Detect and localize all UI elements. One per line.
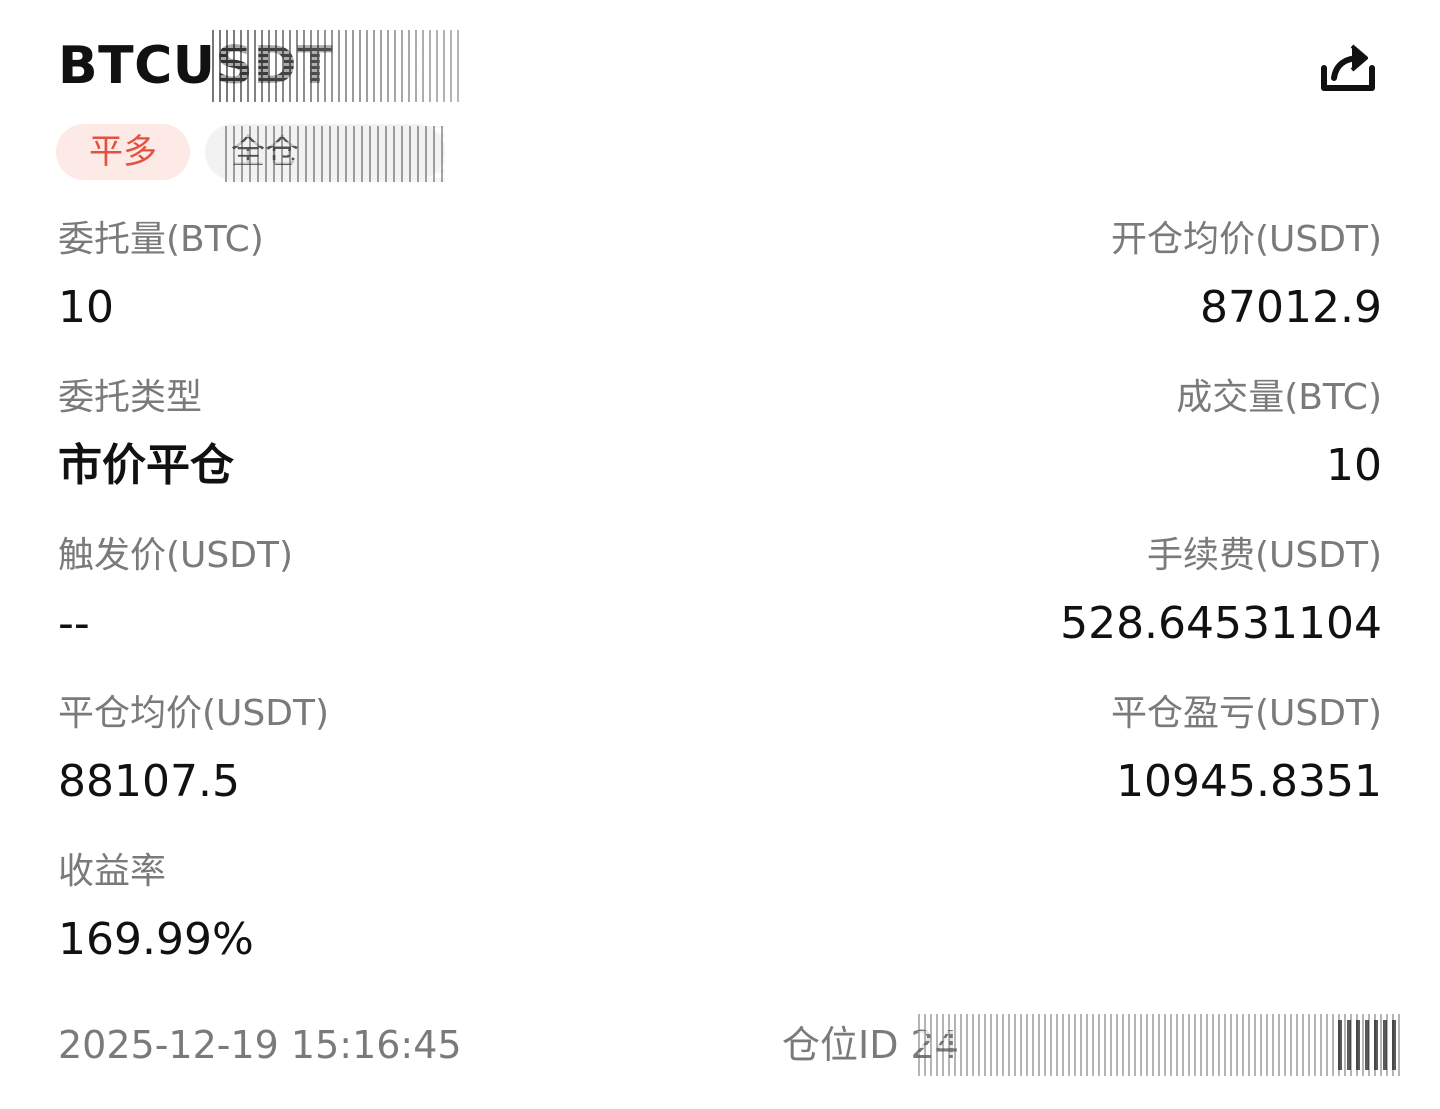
avg-close-price-field: 平仓均价(USDT) 88107.5 bbox=[58, 692, 658, 812]
close-pnl-label: 平仓盈亏(USDT) bbox=[1110, 693, 1382, 734]
order-qty-label: 委托量(BTC) bbox=[58, 219, 264, 260]
share-button[interactable] bbox=[1316, 38, 1380, 98]
roi-label: 收益率 bbox=[58, 851, 167, 892]
avg-close-price-value: 88107.5 bbox=[58, 756, 240, 807]
redaction-mask bbox=[225, 126, 445, 182]
order-qty-value: 10 bbox=[58, 282, 114, 333]
redaction-mask bbox=[918, 1014, 1404, 1076]
redaction-mask bbox=[212, 30, 462, 102]
fee-value: 528.64531104 bbox=[1060, 598, 1382, 649]
filled-qty-label: 成交量(BTC) bbox=[1176, 377, 1382, 418]
close-pnl-field: 平仓盈亏(USDT) 10945.8351 bbox=[782, 692, 1382, 812]
trigger-price-value: -- bbox=[58, 598, 90, 649]
order-datetime: 2025-12-19 15:16:45 bbox=[58, 1023, 462, 1067]
fee-field: 手续费(USDT) 528.64531104 bbox=[782, 534, 1382, 654]
avg-close-price-label: 平仓均价(USDT) bbox=[58, 693, 330, 734]
filled-qty-field: 成交量(BTC) 10 bbox=[782, 376, 1382, 496]
roi-value: 169.99% bbox=[58, 914, 254, 965]
share-icon bbox=[1321, 44, 1375, 91]
order-type-field: 委托类型 市价平仓 bbox=[58, 376, 658, 496]
fee-label: 手续费(USDT) bbox=[1146, 535, 1382, 576]
order-type-value: 市价平仓 bbox=[58, 440, 234, 491]
trigger-price-field: 触发价(USDT) -- bbox=[58, 534, 658, 654]
avg-open-price-value: 87012.9 bbox=[1200, 282, 1382, 333]
direction-tag: 平多 bbox=[56, 124, 190, 180]
avg-open-price-field: 开仓均价(USDT) 87012.9 bbox=[782, 218, 1382, 338]
avg-open-price-label: 开仓均价(USDT) bbox=[1110, 219, 1382, 260]
roi-field: 收益率 169.99% bbox=[58, 850, 658, 970]
filled-qty-value: 10 bbox=[1326, 440, 1382, 491]
order-qty-field: 委托量(BTC) 10 bbox=[58, 218, 658, 338]
order-type-label: 委托类型 bbox=[58, 377, 203, 418]
trigger-price-label: 触发价(USDT) bbox=[58, 535, 294, 576]
close-pnl-value: 10945.8351 bbox=[1116, 756, 1382, 807]
